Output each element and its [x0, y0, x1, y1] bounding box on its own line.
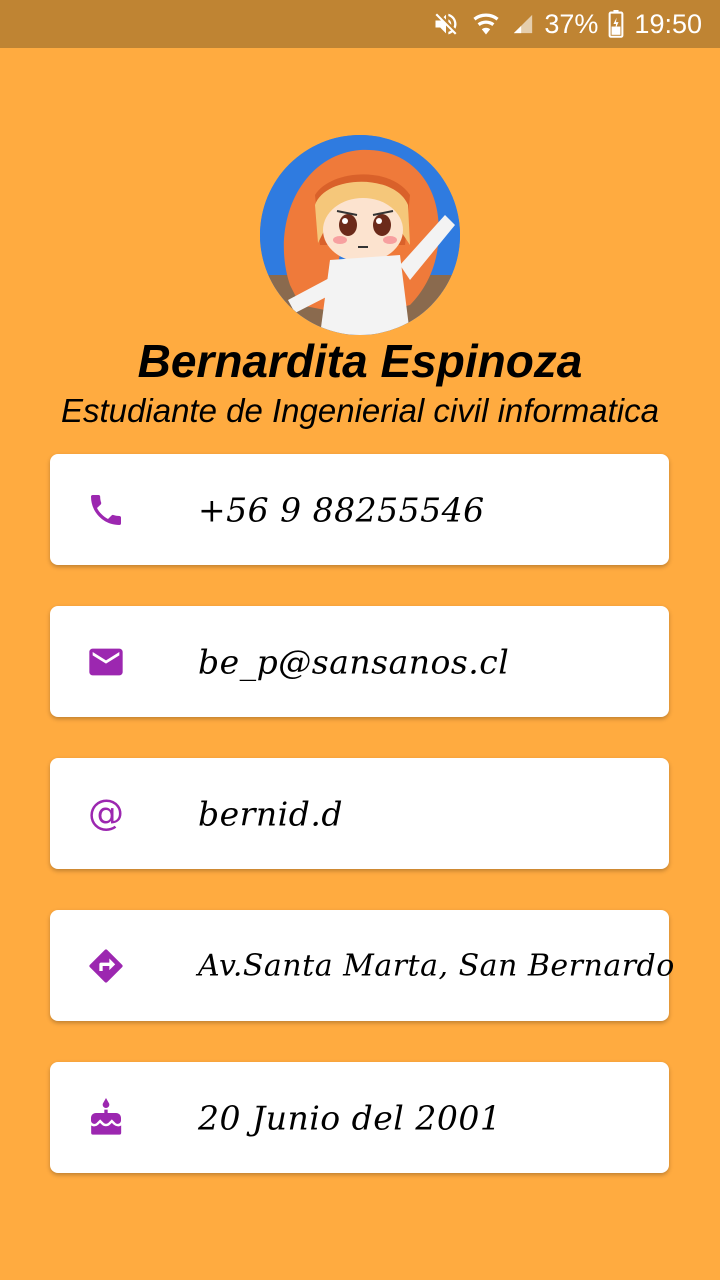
- avatar: [260, 135, 460, 335]
- email-icon: [86, 642, 126, 682]
- contact-card-birthday[interactable]: 20 Junio del 2001: [50, 1062, 669, 1173]
- contact-card-email[interactable]: be_p@sansanos.cl: [50, 606, 669, 717]
- profile-subtitle: Estudiante de Ingenierial civil informat…: [61, 392, 659, 429]
- contact-card-phone[interactable]: +56 9 88255546: [50, 454, 669, 565]
- cake-icon: [86, 1097, 126, 1138]
- clock: 19:50: [634, 8, 702, 39]
- battery-percent: 37%: [544, 8, 599, 39]
- at-sign-icon: @: [88, 793, 124, 834]
- profile-name: Bernardita Espinoza: [137, 335, 583, 387]
- birthday: 20 Junio del 2001: [198, 1098, 502, 1137]
- email-address: be_p@sansanos.cl: [198, 642, 510, 681]
- contact-card-username[interactable]: @ bernid.d: [50, 758, 669, 869]
- battery-icon: [608, 10, 624, 38]
- phone-number: +56 9 88255546: [198, 490, 485, 529]
- phone-icon: [86, 490, 126, 530]
- wifi-icon: [470, 10, 502, 38]
- directions-icon: [86, 946, 126, 986]
- username: bernid.d: [198, 794, 343, 833]
- mute-icon: [432, 10, 460, 38]
- address: Av.Santa Marta, San Bernardo: [198, 948, 675, 983]
- status-bar: 37% 19:50: [0, 0, 720, 48]
- contact-card-address[interactable]: Av.Santa Marta, San Bernardo: [50, 910, 674, 1021]
- signal-icon: [512, 11, 534, 37]
